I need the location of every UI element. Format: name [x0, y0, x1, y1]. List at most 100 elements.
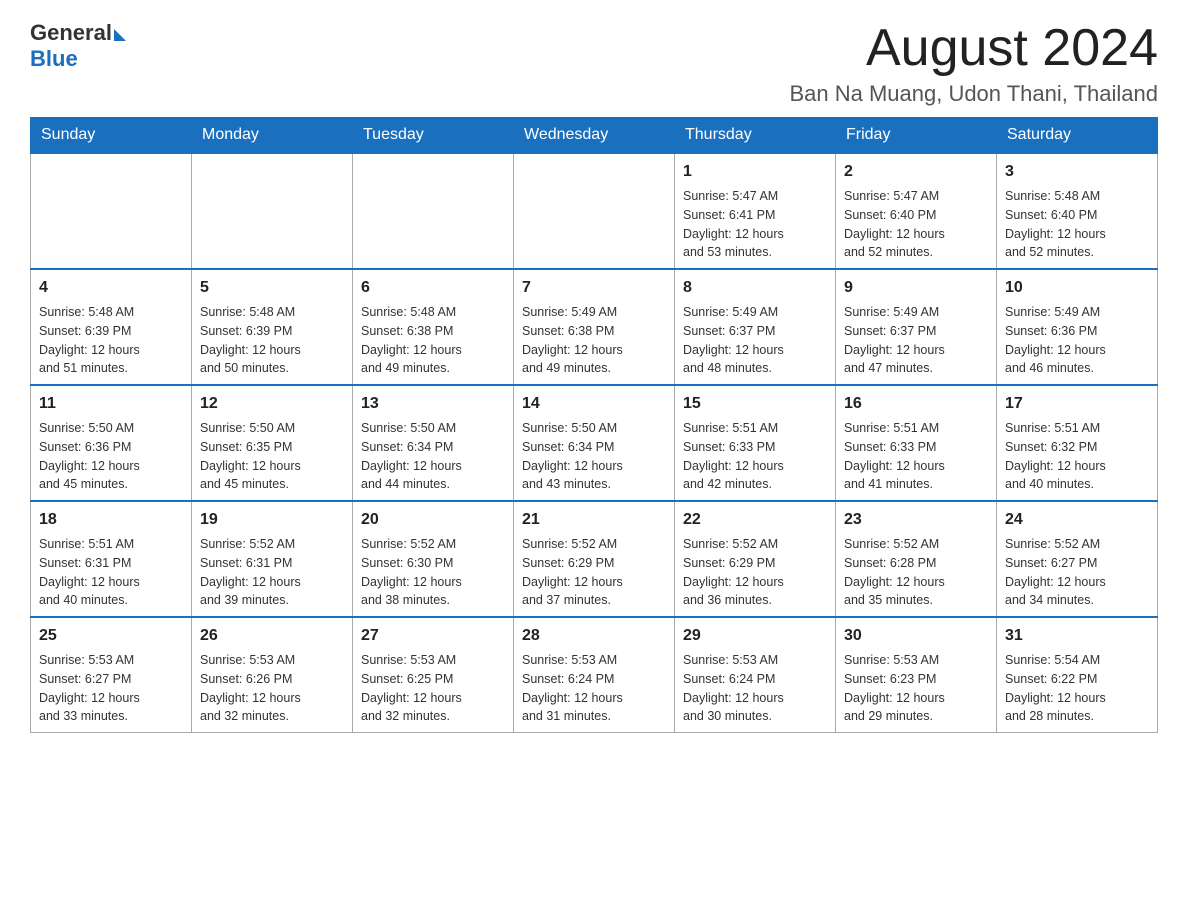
day-info: Sunrise: 5:51 AM Sunset: 6:33 PM Dayligh… — [844, 419, 988, 494]
day-number: 12 — [200, 392, 344, 416]
calendar-cell: 1 Sunrise: 5:47 AM Sunset: 6:41 PM Daylig… — [675, 153, 836, 269]
calendar-cell: 7Sunrise: 5:49 AM Sunset: 6:38 PM Daylig… — [514, 269, 675, 385]
day-info: Sunrise: 5:47 AM Sunset: 6:40 PM Dayligh… — [844, 187, 988, 262]
calendar-cell: 4 Sunrise: 5:48 AM Sunset: 6:39 PM Daylig… — [31, 269, 192, 385]
calendar-week-row: 25 Sunrise: 5:53 AM Sunset: 6:27 PM Dayli… — [31, 617, 1158, 733]
day-info: Sunrise: 5:53 AM Sunset: 6:24 PM Dayligh… — [522, 651, 666, 726]
day-info: Sunrise: 5:51 AM Sunset: 6:32 PM Dayligh… — [1005, 419, 1149, 494]
day-info: Sunrise: 5:53 AM Sunset: 6:23 PM Dayligh… — [844, 651, 988, 726]
day-info: Sunrise: 5:49 AM Sunset: 6:38 PM Dayligh… — [522, 303, 666, 378]
calendar-cell: 11 Sunrise: 5:50 AM Sunset: 6:36 PM Dayli… — [31, 385, 192, 501]
logo-triangle-icon — [114, 29, 126, 41]
day-number: 5 — [200, 276, 344, 300]
calendar-cell: 18 Sunrise: 5:51 AM Sunset: 6:31 PM Dayli… — [31, 501, 192, 617]
day-info: Sunrise: 5:50 AM Sunset: 6:35 PM Dayligh… — [200, 419, 344, 494]
day-number: 16 — [844, 392, 988, 416]
day-number: 26 — [200, 624, 344, 648]
day-number: 4 — [39, 276, 183, 300]
calendar-week-row: 1 Sunrise: 5:47 AM Sunset: 6:41 PM Daylig… — [31, 153, 1158, 269]
calendar-cell: 24Sunrise: 5:52 AM Sunset: 6:27 PM Dayli… — [997, 501, 1158, 617]
day-number: 27 — [361, 624, 505, 648]
calendar-cell: 19Sunrise: 5:52 AM Sunset: 6:31 PM Dayli… — [192, 501, 353, 617]
day-number: 31 — [1005, 624, 1149, 648]
day-info: Sunrise: 5:52 AM Sunset: 6:29 PM Dayligh… — [522, 535, 666, 610]
day-info: Sunrise: 5:49 AM Sunset: 6:37 PM Dayligh… — [683, 303, 827, 378]
day-info: Sunrise: 5:48 AM Sunset: 6:39 PM Dayligh… — [39, 303, 183, 378]
calendar-week-row: 18 Sunrise: 5:51 AM Sunset: 6:31 PM Dayli… — [31, 501, 1158, 617]
day-info: Sunrise: 5:53 AM Sunset: 6:25 PM Dayligh… — [361, 651, 505, 726]
calendar-cell: 27 Sunrise: 5:53 AM Sunset: 6:25 PM Dayli… — [353, 617, 514, 733]
day-number: 9 — [844, 276, 988, 300]
calendar-cell: 3Sunrise: 5:48 AM Sunset: 6:40 PM Daylig… — [997, 153, 1158, 269]
calendar-cell: 15 Sunrise: 5:51 AM Sunset: 6:33 PM Dayli… — [675, 385, 836, 501]
day-info: Sunrise: 5:51 AM Sunset: 6:33 PM Dayligh… — [683, 419, 827, 494]
calendar-cell: 8 Sunrise: 5:49 AM Sunset: 6:37 PM Daylig… — [675, 269, 836, 385]
day-number: 29 — [683, 624, 827, 648]
day-info: Sunrise: 5:49 AM Sunset: 6:37 PM Dayligh… — [844, 303, 988, 378]
day-info: Sunrise: 5:48 AM Sunset: 6:38 PM Dayligh… — [361, 303, 505, 378]
day-info: Sunrise: 5:52 AM Sunset: 6:29 PM Dayligh… — [683, 535, 827, 610]
day-info: Sunrise: 5:53 AM Sunset: 6:27 PM Dayligh… — [39, 651, 183, 726]
day-number: 14 — [522, 392, 666, 416]
location-title: Ban Na Muang, Udon Thani, Thailand — [789, 81, 1158, 107]
day-number: 1 — [683, 160, 827, 184]
calendar-cell: 31 Sunrise: 5:54 AM Sunset: 6:22 PM Dayli… — [997, 617, 1158, 733]
logo: General Blue — [30, 20, 126, 72]
weekday-header-wednesday: Wednesday — [514, 118, 675, 154]
title-section: August 2024 Ban Na Muang, Udon Thani, Th… — [789, 20, 1158, 107]
day-number: 6 — [361, 276, 505, 300]
day-number: 20 — [361, 508, 505, 532]
day-info: Sunrise: 5:51 AM Sunset: 6:31 PM Dayligh… — [39, 535, 183, 610]
calendar-cell: 21 Sunrise: 5:52 AM Sunset: 6:29 PM Dayli… — [514, 501, 675, 617]
calendar-cell: 6 Sunrise: 5:48 AM Sunset: 6:38 PM Daylig… — [353, 269, 514, 385]
weekday-header-row: SundayMondayTuesdayWednesdayThursdayFrid… — [31, 118, 1158, 154]
day-number: 8 — [683, 276, 827, 300]
calendar-week-row: 11 Sunrise: 5:50 AM Sunset: 6:36 PM Dayli… — [31, 385, 1158, 501]
page-header: General Blue August 2024 Ban Na Muang, U… — [30, 20, 1158, 107]
calendar-cell: 13 Sunrise: 5:50 AM Sunset: 6:34 PM Dayli… — [353, 385, 514, 501]
day-number: 10 — [1005, 276, 1149, 300]
day-number: 22 — [683, 508, 827, 532]
day-info: Sunrise: 5:50 AM Sunset: 6:36 PM Dayligh… — [39, 419, 183, 494]
day-number: 3 — [1005, 160, 1149, 184]
calendar-cell — [192, 153, 353, 269]
weekday-header-monday: Monday — [192, 118, 353, 154]
day-number: 17 — [1005, 392, 1149, 416]
calendar-cell: 25 Sunrise: 5:53 AM Sunset: 6:27 PM Dayli… — [31, 617, 192, 733]
day-info: Sunrise: 5:52 AM Sunset: 6:30 PM Dayligh… — [361, 535, 505, 610]
day-number: 18 — [39, 508, 183, 532]
day-info: Sunrise: 5:54 AM Sunset: 6:22 PM Dayligh… — [1005, 651, 1149, 726]
calendar-cell: 2Sunrise: 5:47 AM Sunset: 6:40 PM Daylig… — [836, 153, 997, 269]
day-number: 11 — [39, 392, 183, 416]
day-number: 23 — [844, 508, 988, 532]
calendar-cell: 26Sunrise: 5:53 AM Sunset: 6:26 PM Dayli… — [192, 617, 353, 733]
weekday-header-sunday: Sunday — [31, 118, 192, 154]
day-number: 13 — [361, 392, 505, 416]
calendar-cell: 29 Sunrise: 5:53 AM Sunset: 6:24 PM Dayli… — [675, 617, 836, 733]
weekday-header-friday: Friday — [836, 118, 997, 154]
weekday-header-saturday: Saturday — [997, 118, 1158, 154]
calendar-cell: 5 Sunrise: 5:48 AM Sunset: 6:39 PM Daylig… — [192, 269, 353, 385]
calendar-cell: 22 Sunrise: 5:52 AM Sunset: 6:29 PM Dayli… — [675, 501, 836, 617]
day-number: 19 — [200, 508, 344, 532]
day-number: 30 — [844, 624, 988, 648]
weekday-header-thursday: Thursday — [675, 118, 836, 154]
day-info: Sunrise: 5:47 AM Sunset: 6:41 PM Dayligh… — [683, 187, 827, 262]
weekday-header-tuesday: Tuesday — [353, 118, 514, 154]
day-number: 15 — [683, 392, 827, 416]
calendar-cell: 23Sunrise: 5:52 AM Sunset: 6:28 PM Dayli… — [836, 501, 997, 617]
day-number: 28 — [522, 624, 666, 648]
calendar-cell — [514, 153, 675, 269]
calendar-cell: 12 Sunrise: 5:50 AM Sunset: 6:35 PM Dayli… — [192, 385, 353, 501]
calendar-week-row: 4 Sunrise: 5:48 AM Sunset: 6:39 PM Daylig… — [31, 269, 1158, 385]
day-number: 21 — [522, 508, 666, 532]
day-info: Sunrise: 5:48 AM Sunset: 6:39 PM Dayligh… — [200, 303, 344, 378]
calendar-cell: 20 Sunrise: 5:52 AM Sunset: 6:30 PM Dayli… — [353, 501, 514, 617]
day-number: 25 — [39, 624, 183, 648]
calendar-cell: 17 Sunrise: 5:51 AM Sunset: 6:32 PM Dayli… — [997, 385, 1158, 501]
day-info: Sunrise: 5:50 AM Sunset: 6:34 PM Dayligh… — [361, 419, 505, 494]
day-info: Sunrise: 5:53 AM Sunset: 6:24 PM Dayligh… — [683, 651, 827, 726]
calendar-table: SundayMondayTuesdayWednesdayThursdayFrid… — [30, 117, 1158, 733]
day-info: Sunrise: 5:50 AM Sunset: 6:34 PM Dayligh… — [522, 419, 666, 494]
day-info: Sunrise: 5:52 AM Sunset: 6:27 PM Dayligh… — [1005, 535, 1149, 610]
